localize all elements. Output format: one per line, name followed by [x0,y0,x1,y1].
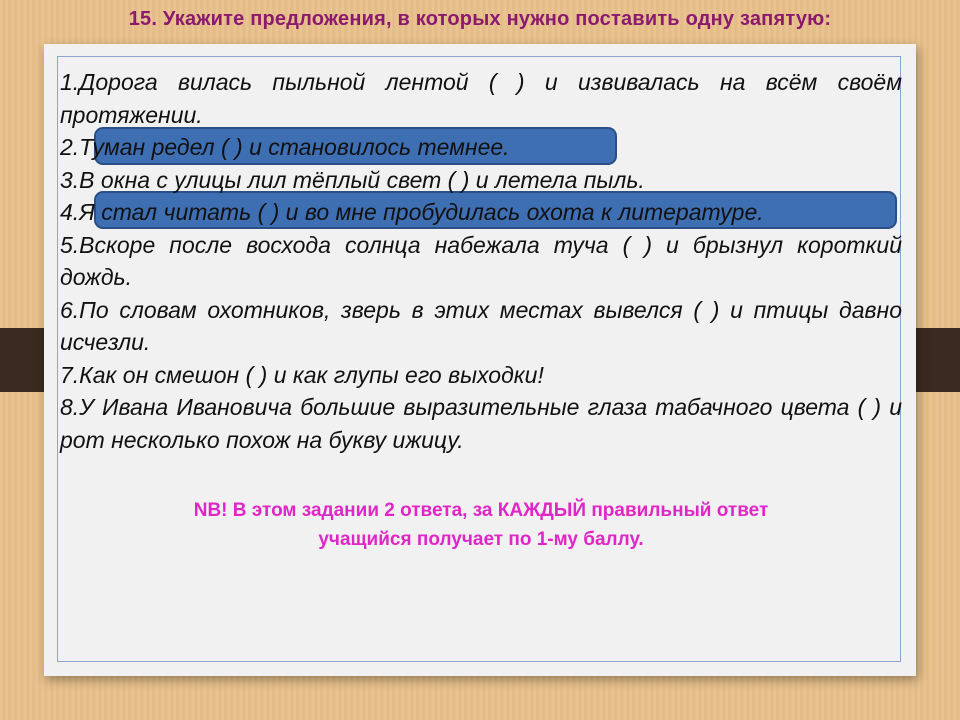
sentence-item-3: 3.В окна с улицы лил тёплый свет ( ) и л… [60,166,645,193]
sentence-item-1: 1.Дорога вилась пыльной лентой ( ) и изв… [60,69,902,128]
nb-note: NB! В этом задании 2 ответа, за КАЖДЫЙ п… [60,496,902,554]
slide-title: 15. Укажите предложения, в которых нужно… [128,8,832,30]
nb-note-line-2: учащийся получает по 1-му баллу. [318,529,644,550]
sentence-item-8: 8.У Ивана Ивановича большие выразительны… [60,394,902,453]
nb-note-line-1: NB! В этом задании 2 ответа, за КАЖДЫЙ п… [193,500,769,521]
sentence-list: 1.Дорога вилась пыльной лентой ( ) и изв… [60,66,902,456]
sentence-item-6: 6.По словам охотников, зверь в этих мест… [60,296,902,356]
sentence-item-5: 5.Вскоре после восхода солнца набежала т… [60,231,902,291]
sentence-item-4: 4.Я стал читать ( ) и во мне пробудилась… [60,199,764,225]
sentence-item-2: 2.Туман редел ( ) и становилось темнее. [60,134,510,160]
sentence-item-7: 7.Как он смешон ( ) и как глупы его выхо… [60,361,544,388]
